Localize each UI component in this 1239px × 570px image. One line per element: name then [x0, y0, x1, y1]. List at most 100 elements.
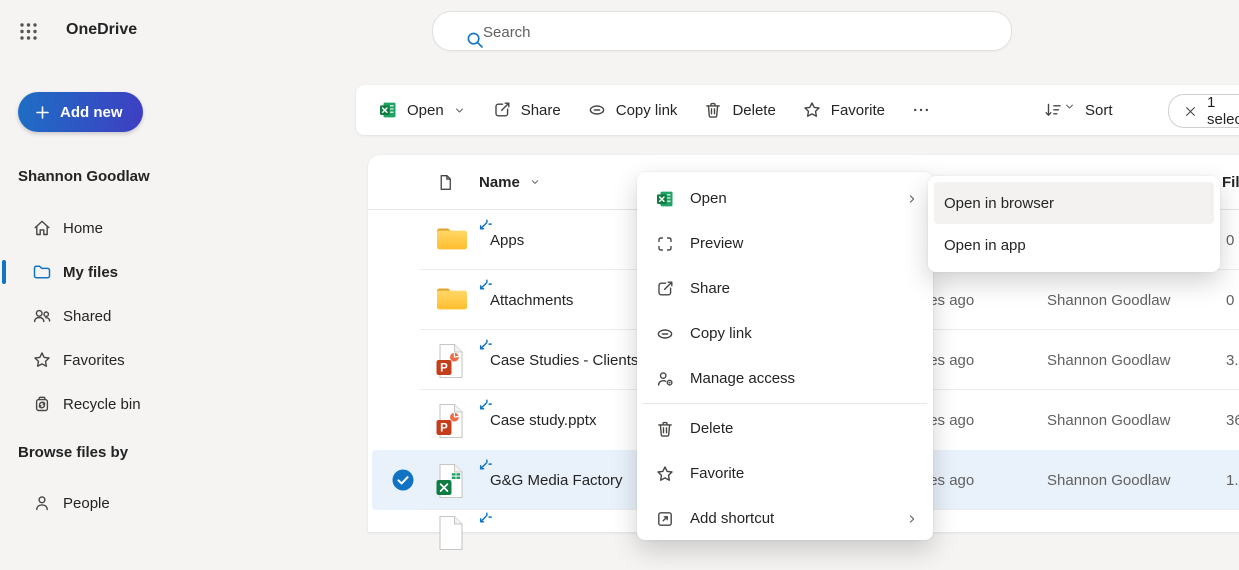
sidebar-item-label: Favorites [63, 352, 125, 369]
excel-logo-icon [655, 189, 675, 209]
column-header-name[interactable]: Name [479, 174, 520, 191]
link-icon [587, 100, 607, 120]
close-icon [1183, 104, 1198, 119]
submenu-item-open-in-app[interactable]: Open in app [934, 224, 1214, 266]
link-icon [655, 324, 675, 344]
context-menu-item-open[interactable]: Open [637, 176, 933, 221]
file-size-cell: 0 bytes [1226, 270, 1239, 330]
more-icon [911, 100, 931, 120]
toolbar-share-button[interactable]: Share [479, 85, 574, 135]
menu-item-label: Delete [690, 420, 919, 437]
file-name[interactable]: Case study.pptx [490, 390, 596, 450]
toolbar-button-label: Copy link [616, 102, 678, 119]
selected-check-icon[interactable] [392, 469, 414, 496]
sidebar-item-recycle-bin[interactable]: Recycle bin [0, 382, 360, 426]
sort-group: Sort [1043, 85, 1135, 135]
trash-icon [655, 419, 675, 439]
menu-item-label: Copy link [690, 325, 919, 342]
command-bar-buttons: Open Share Copy link Delete Favorite [378, 85, 944, 135]
onedrive-app: OneDrive Add new Shannon Goodlaw Home My … [0, 0, 1239, 532]
file-name[interactable]: G&G Media Factory [490, 450, 623, 510]
document-icon [436, 173, 455, 192]
top-bar: OneDrive [0, 0, 1239, 60]
toolbar-button-label: Open [407, 102, 444, 119]
toolbar-favorite-button[interactable]: Favorite [789, 85, 898, 135]
owner-cell: Shannon Goodlaw [1047, 390, 1170, 450]
trash-icon [703, 100, 723, 120]
chevron-down-icon [529, 176, 541, 188]
shortcut-icon [655, 509, 675, 529]
sort-button[interactable]: Sort [1043, 85, 1135, 135]
sidebar-item-label: People [63, 495, 110, 512]
toolbar-button-label: Delete [732, 102, 775, 119]
ppt-file-icon: P [435, 403, 465, 444]
sidebar-item-people[interactable]: People [0, 481, 360, 525]
close-icon [1183, 104, 1198, 119]
share-icon [492, 100, 512, 120]
file-size-cell: 36 KB [1226, 390, 1239, 450]
context-menu-item-copy-link[interactable]: Copy link [637, 311, 933, 356]
context-menu-item-share[interactable]: Share [637, 266, 933, 311]
person-gear-icon [655, 369, 675, 389]
menu-item-label: Preview [690, 235, 919, 252]
toolbar-open-button[interactable]: Open [378, 85, 479, 135]
file-name[interactable]: Apps [490, 210, 524, 270]
sidebar-item-my-files[interactable]: My files [0, 250, 360, 294]
menu-divider [643, 403, 927, 404]
toolbar-button-label: Favorite [831, 102, 885, 119]
page-title: OneDrive [66, 0, 137, 60]
chevron-right-icon [905, 192, 919, 206]
chevron-right-icon [905, 512, 919, 526]
menu-item-label: Share [690, 280, 919, 297]
sidebar-item-label: Recycle bin [63, 396, 141, 413]
context-menu-item-preview[interactable]: Preview [637, 221, 933, 266]
recycle-icon [32, 394, 52, 414]
star-icon [32, 350, 52, 370]
file-file-icon [435, 515, 465, 556]
file-name[interactable]: Attachments [490, 270, 573, 330]
home-icon [32, 218, 52, 238]
folder-file-icon [435, 283, 469, 316]
excel-file-icon [435, 463, 465, 504]
context-menu-item-manage-access[interactable]: Manage access [637, 356, 933, 401]
toolbar-copy-link-button[interactable]: Copy link [574, 85, 691, 135]
toolbar-delete-button[interactable]: Delete [690, 85, 788, 135]
menu-item-label: Favorite [690, 465, 919, 482]
star-icon [802, 100, 822, 120]
context-menu-item-delete[interactable]: Delete [637, 406, 933, 451]
sidebar-item-shared[interactable]: Shared [0, 294, 360, 338]
search-input[interactable] [481, 12, 995, 52]
sort-icon [1043, 100, 1076, 120]
svg-text:P: P [440, 423, 448, 435]
sidebar-browse-nav: People [0, 481, 360, 525]
sidebar-item-favorites[interactable]: Favorites [0, 338, 360, 382]
submenu-item-open-in-browser[interactable]: Open in browser [934, 182, 1214, 224]
sidebar-item-label: Home [63, 220, 103, 237]
selected-indicator [2, 260, 6, 284]
menu-item-label: Add shortcut [690, 510, 890, 527]
excel-logo-icon [378, 100, 398, 120]
column-header-file-size[interactable]: File size [1222, 155, 1239, 210]
sidebar-item-home[interactable]: Home [0, 206, 360, 250]
owner-cell: Shannon Goodlaw [1047, 330, 1170, 390]
plus-icon [34, 104, 51, 121]
chevron-down-icon [529, 176, 541, 188]
search-box [432, 11, 1012, 51]
star-icon [655, 464, 675, 484]
open-submenu: Open in browser Open in app [928, 176, 1220, 272]
chevron-down-icon [1063, 100, 1076, 120]
svg-text:P: P [440, 363, 448, 375]
context-menu-item-favorite[interactable]: Favorite [637, 451, 933, 496]
context-menu-item-add-shortcut[interactable]: Add shortcut [637, 496, 933, 541]
app-launcher-icon[interactable] [16, 19, 40, 43]
submenu-item-label: Open in browser [944, 195, 1054, 212]
selection-count: 1 selected [1207, 94, 1239, 128]
add-new-button[interactable]: Add new [18, 92, 143, 132]
toolbar-more-button[interactable] [898, 85, 944, 135]
selection-pill[interactable]: 1 selected [1168, 94, 1239, 128]
people-icon [32, 306, 52, 326]
owner-cell: Shannon Goodlaw [1047, 270, 1170, 330]
chevron-down-icon [453, 104, 466, 117]
profile-name: Shannon Goodlaw [18, 168, 150, 185]
file-name[interactable]: Case Studies - Clients [490, 330, 638, 390]
